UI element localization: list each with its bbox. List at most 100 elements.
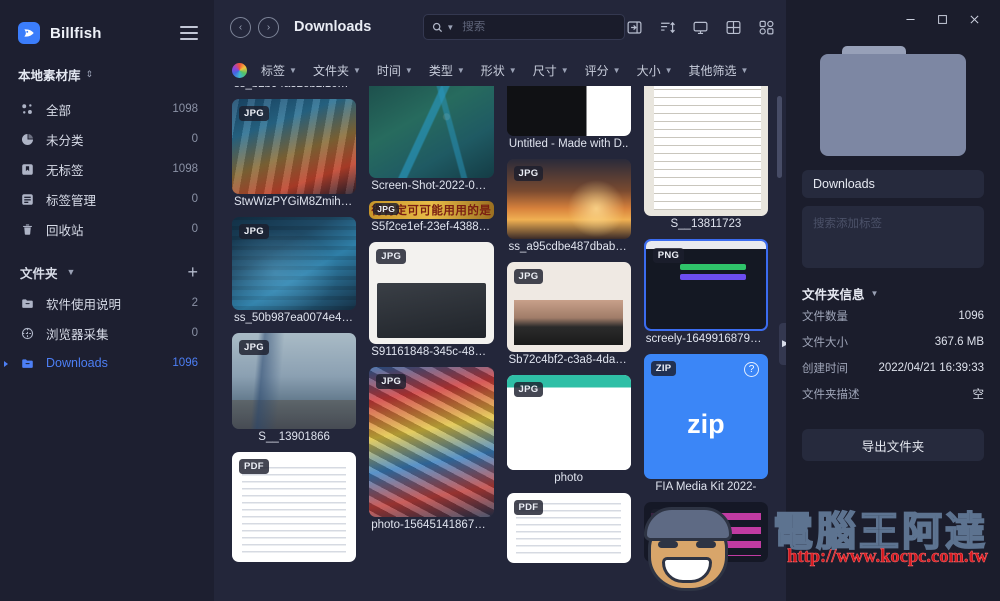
grid-item[interactable]: JPG photo (507, 375, 631, 487)
filter-folder[interactable]: 文件夹▼ (313, 62, 361, 79)
file-thumbnail[interactable]: JPG (232, 99, 356, 194)
chevron-down-icon: ▼ (613, 66, 621, 75)
filter-time[interactable]: 时间▼ (377, 62, 413, 79)
file-name: Screen-Shot-2022-04-0.. (369, 178, 493, 195)
file-thumbnail[interactable]: JPG (507, 262, 631, 352)
file-name: screely-1649916879495 (644, 331, 768, 348)
sidebar-item-all[interactable]: 全部 1098 (0, 94, 214, 124)
sidebar-folder-software-guide[interactable]: 软件使用说明 2 (0, 288, 214, 318)
sidebar-item-recycle-bin[interactable]: 回收站 0 (0, 214, 214, 244)
filter-size[interactable]: 大小▼ (637, 62, 673, 79)
chevron-down-icon[interactable]: ▼ (446, 23, 454, 32)
grid-item[interactable]: S__13811723 (644, 86, 768, 233)
sidebar-item-untagged[interactable]: 无标签 1098 (0, 154, 214, 184)
file-thumbnail[interactable] (369, 86, 493, 178)
filter-dimension[interactable]: 尺寸▼ (533, 62, 569, 79)
file-thumbnail[interactable]: PDF (507, 493, 631, 563)
grid-item[interactable]: JPG StwWizPYGiM8ZmihH6.. (232, 99, 356, 211)
export-folder-button[interactable]: 导出文件夹 (802, 429, 984, 461)
minimize-button[interactable] (902, 11, 918, 27)
file-thumbnail[interactable] (644, 86, 768, 216)
folder-info-header[interactable]: 文件夹信息 ▼ (802, 284, 984, 303)
grid-item[interactable]: JPG ss_a95cdbe487dbabf6.. (507, 159, 631, 256)
menu-icon[interactable] (180, 26, 198, 40)
file-thumbnail[interactable]: JPG (507, 159, 631, 239)
grid-item[interactable]: JPG Sb72c4bf2-c3a8-4da2-8.. (507, 262, 631, 369)
grid-item[interactable]: JPG (644, 502, 768, 562)
search-box[interactable]: ▼ (423, 14, 625, 40)
info-row-description: 文件夹描述 空 (802, 381, 984, 407)
sidebar-folder-browser-collect[interactable]: 浏览器采集 0 (0, 318, 214, 348)
sidebar-item-count: 1098 (172, 163, 198, 175)
maximize-button[interactable] (934, 11, 950, 27)
sidebar-item-label: 回收站 (46, 220, 84, 239)
grid-item[interactable]: PNG screely-1649916879495 (644, 239, 768, 348)
sidebar-folder-downloads[interactable]: Downloads 1096 (0, 348, 214, 378)
tag-input-box[interactable]: 搜索添加标签 (802, 206, 984, 268)
grid-item[interactable]: JPG 得肯定可可能用用的是 S5f2ce1ef-23ef-4388-a.. (369, 201, 493, 236)
file-thumbnail[interactable]: PDF (232, 452, 356, 562)
folder-info-title: 文件夹信息 (802, 284, 865, 303)
folders-section-header[interactable]: 文件夹 ▼ + (0, 258, 214, 286)
close-button[interactable] (966, 11, 982, 27)
display-icon[interactable] (691, 18, 710, 37)
sidebar-item-count: 0 (192, 193, 198, 205)
file-thumbnail[interactable]: JPG (369, 367, 493, 517)
add-folder-button[interactable]: + (187, 263, 198, 281)
filter-shape[interactable]: 形状▼ (481, 62, 517, 79)
panel-collapse-handle[interactable]: ▶ (779, 323, 786, 365)
file-name: StwWizPYGiM8ZmihH6.. (232, 194, 356, 211)
folder-list: 软件使用说明 2 浏览器采集 0 Downloads 1096 (0, 288, 214, 378)
file-thumbnail[interactable]: JPG (232, 217, 356, 310)
filter-tags[interactable]: 标签▼ (261, 62, 297, 79)
library-selector[interactable]: 本地素材库 ⇕ (0, 64, 214, 84)
grid-item[interactable]: PDF (507, 493, 631, 563)
file-thumbnail[interactable]: JPG (232, 333, 356, 429)
info-value: 367.6 MB (935, 336, 984, 348)
grid-view-icon[interactable] (724, 18, 743, 37)
sort-icon[interactable] (658, 18, 677, 37)
layout-view-icon[interactable] (757, 18, 776, 37)
filter-other[interactable]: 其他筛选▼ (689, 62, 749, 79)
grid-item[interactable]: JPG photo-1564514186755-.. (369, 367, 493, 534)
file-thumbnail[interactable]: JPG (507, 375, 631, 470)
main-content: ‹ › Downloads ▼ (214, 0, 786, 601)
sidebar-item-uncategorized[interactable]: 未分类 0 (0, 124, 214, 154)
filter-label: 时间 (377, 62, 401, 79)
file-thumbnail[interactable]: JPG (644, 502, 768, 562)
filter-type[interactable]: 类型▼ (429, 62, 465, 79)
folder-name-field[interactable]: Downloads (802, 170, 984, 198)
grid-item[interactable]: ss_b2b94a32eb2i1c47.. (232, 86, 356, 93)
grid-item[interactable]: Untitled - Made with D.. (507, 86, 631, 153)
help-icon[interactable]: ? (744, 362, 759, 377)
file-grid-container[interactable]: ▶ ss_b2b94a32eb2i1c47.. JPG StwWizPYGiM8… (214, 86, 786, 601)
bookmark-icon (20, 162, 35, 177)
toolbar-icons (625, 18, 776, 37)
back-button[interactable]: ‹ (230, 17, 251, 38)
filter-label: 类型 (429, 62, 453, 79)
grid-item[interactable]: JPG ss_50b987ea0074e44d.. (232, 217, 356, 327)
file-type-badge: JPG (514, 269, 544, 284)
grid-item[interactable]: ZIP ? zip FIA Media Kit 2022- (644, 354, 768, 496)
sidebar-item-tag-manage[interactable]: 标签管理 0 (0, 184, 214, 214)
grid-item[interactable]: JPG S__13901866 (232, 333, 356, 446)
grid-item[interactable]: Screen-Shot-2022-04-0.. (369, 86, 493, 195)
file-thumbnail[interactable]: JPG (369, 242, 493, 344)
search-input[interactable] (462, 21, 616, 33)
forward-button[interactable]: › (258, 17, 279, 38)
tag-list-icon (20, 192, 35, 207)
window-controls (802, 0, 984, 38)
file-thumbnail[interactable] (507, 86, 631, 136)
info-row-file-count: 文件数量 1096 (802, 303, 984, 329)
file-thumbnail[interactable]: PNG (644, 239, 768, 331)
panel-toggle-icon[interactable] (625, 18, 644, 37)
filter-rating[interactable]: 评分▼ (585, 62, 621, 79)
vertical-scrollbar[interactable] (777, 96, 782, 178)
chevron-down-icon: ▼ (353, 66, 361, 75)
grid-item[interactable]: PDF (232, 452, 356, 562)
file-thumbnail[interactable]: JPG 得肯定可可能用用的是 (369, 201, 493, 219)
chevron-down-icon: ▼ (871, 289, 879, 298)
grid-item[interactable]: JPG S91161848-345c-48d4-8.. (369, 242, 493, 361)
color-filter-icon[interactable] (232, 63, 247, 78)
file-thumbnail[interactable]: ZIP ? zip (644, 354, 768, 479)
